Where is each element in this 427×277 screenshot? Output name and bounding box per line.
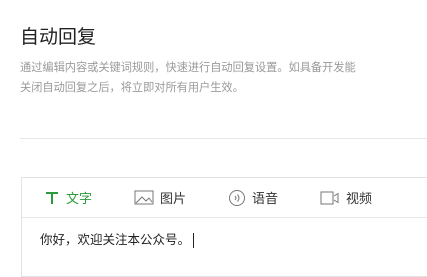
description-line-1: 通过编辑内容或关键词规则，快速进行自动回复设置。如具备开发能 [20,61,356,74]
image-icon [134,190,154,205]
reply-content-text: 你好，欢迎关注本公众号。 [40,232,191,247]
tab-video[interactable]: 视频 [320,178,372,217]
page-title: 自动回复 [20,26,97,48]
reply-content-input[interactable]: 你好，欢迎关注本公众号。 [40,230,195,250]
reply-editor: 文字 图片 语音 视频 你好，欢迎关注本公众号。 [21,177,427,277]
video-icon [320,191,340,205]
page-description: 通过编辑内容或关键词规则，快速进行自动回复设置。如具备开发能 关闭自动回复之后，… [20,58,427,98]
tab-video-label: 视频 [346,192,373,207]
text-caret [193,232,195,248]
section-divider [20,138,427,139]
description-line-2: 关闭自动回复之后，将立即对所有用户生效。 [20,81,244,94]
tab-voice[interactable]: 语音 [228,178,278,217]
tab-image-label: 图片 [160,192,187,207]
tab-voice-label: 语音 [252,192,279,207]
tab-image[interactable]: 图片 [134,178,186,217]
tab-text-label: 文字 [66,192,93,207]
tab-text[interactable]: 文字 [44,178,92,217]
voice-icon [228,189,246,207]
text-icon [44,191,60,205]
content-type-tabs: 文字 图片 语音 视频 [22,178,427,218]
